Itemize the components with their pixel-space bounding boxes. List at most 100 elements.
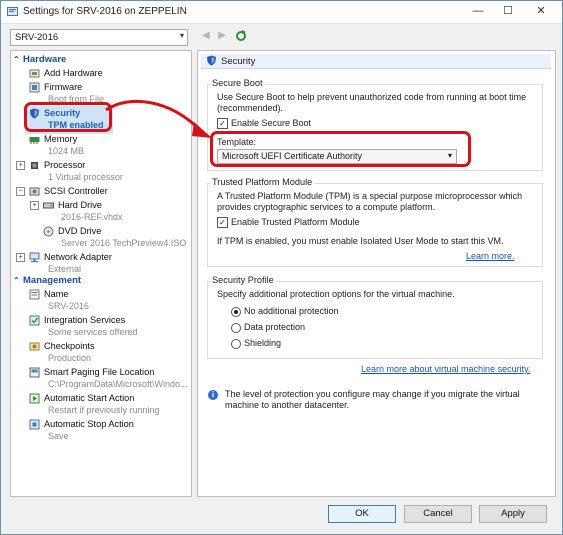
chevron-down-icon: ▾: [179, 31, 184, 40]
integration-services-icon: [29, 315, 40, 326]
hard-drive-icon: [43, 202, 54, 209]
radio-selected-dot: [234, 310, 238, 314]
radio-label: No additional protection: [244, 306, 339, 316]
radio-data-protection[interactable]: [231, 323, 241, 333]
tree-item-network-adapter[interactable]: + Network Adapter External: [11, 251, 189, 275]
tree-item-scsi-controller[interactable]: − SCSI Controller: [11, 185, 189, 197]
tpm-learn-more-link[interactable]: Learn more.: [466, 251, 515, 261]
expand-icon[interactable]: +: [16, 253, 25, 262]
scsi-controller-icon: [29, 187, 40, 196]
tree-item-sub: Server 2016 TechPreview4.ISO: [61, 238, 187, 248]
minimize-icon[interactable]: —: [468, 4, 488, 18]
vm-security-learn-more-link[interactable]: Learn more about virtual machine securit…: [361, 364, 530, 374]
tpm-title: Trusted Platform Module: [210, 177, 315, 187]
tree-item-sub: Save: [48, 431, 69, 441]
tree-item-smart-paging[interactable]: Smart Paging File Location C:\ProgramDat…: [11, 366, 189, 390]
collapse-icon: ⌃: [13, 55, 20, 64]
tree-item-label: Smart Paging File Location: [44, 367, 155, 377]
enable-tpm-checkbox[interactable]: ✓: [217, 217, 228, 228]
tpm-description: A Trusted Platform Module (TPM) is a spe…: [217, 191, 523, 212]
collapse-tree-icon[interactable]: −: [16, 187, 25, 196]
vm-selector-value: SRV-2016: [15, 32, 59, 43]
refresh-icon[interactable]: [235, 30, 247, 42]
tree-item-sub: 2016-REF.vhdx: [61, 212, 123, 222]
tree-item-sub: SRV-2016: [48, 301, 89, 311]
tree-item-name[interactable]: Name SRV-2016: [11, 288, 189, 312]
info-message: The level of protection you configure ma…: [225, 389, 520, 410]
template-callout: [210, 131, 471, 167]
settings-app-icon: [7, 7, 18, 16]
security-profile-title: Security Profile: [210, 275, 276, 285]
smart-paging-icon: [29, 367, 40, 378]
tree-item-label: Memory: [44, 134, 78, 144]
processor-icon: [31, 162, 38, 169]
tree-item-processor[interactable]: + Processor 1 Virtual processor: [11, 159, 189, 183]
tree-item-sub: Restart if previously running: [48, 405, 160, 415]
firmware-icon: [29, 82, 40, 93]
close-icon[interactable]: ✕: [531, 4, 551, 18]
tree-item-label: Checkpoints: [44, 341, 95, 351]
info-icon: i: [208, 390, 218, 400]
enable-tpm-label: Enable Trusted Platform Module: [231, 217, 360, 227]
panel-header: Security: [201, 54, 551, 69]
tree-item-label: Firmware: [44, 82, 83, 92]
radio-no-additional-protection[interactable]: [231, 307, 241, 317]
checkpoints-icon: [29, 342, 40, 351]
shield-icon: [207, 55, 216, 66]
tree-item-label: SCSI Controller: [44, 186, 108, 196]
cancel-button[interactable]: Cancel: [404, 505, 472, 523]
back-arrow-icon[interactable]: ◀: [200, 30, 212, 42]
tree-item-sub: C:\ProgramData\Microsoft\Windo...: [48, 379, 188, 389]
network-adapter-icon: [29, 252, 40, 263]
vm-selector[interactable]: SRV-2016 ▾: [10, 29, 188, 46]
callout-arrow-icon: [105, 99, 212, 138]
window-title: Settings for SRV-2016 on ZEPPELIN: [23, 6, 187, 17]
name-icon: [29, 289, 40, 300]
tree-item-automatic-stop[interactable]: Automatic Stop Action Save: [11, 418, 189, 442]
tree-item-integration-services[interactable]: Integration Services Some services offer…: [11, 314, 189, 338]
settings-window: Settings for SRV-2016 on ZEPPELIN — ☐ ✕ …: [0, 0, 563, 535]
tree-item-checkpoints[interactable]: Checkpoints Production: [11, 340, 189, 364]
tree-item-add-hardware[interactable]: Add Hardware: [11, 67, 189, 79]
enable-secure-boot-label: Enable Secure Boot: [231, 118, 312, 128]
tree-item-label: Network Adapter: [44, 252, 112, 262]
tree-item-label: Integration Services: [44, 315, 126, 325]
security-profile-description: Specify additional protection options fo…: [217, 289, 455, 299]
apply-button[interactable]: Apply: [479, 505, 547, 523]
add-hardware-icon: [29, 69, 40, 78]
forward-arrow-icon[interactable]: ▶: [216, 30, 228, 42]
title-bar: Settings for SRV-2016 on ZEPPELIN — ☐ ✕: [1, 1, 562, 24]
tree-item-automatic-start[interactable]: Automatic Start Action Restart if previo…: [11, 392, 189, 416]
expand-icon[interactable]: +: [16, 161, 25, 170]
memory-icon: [29, 137, 40, 144]
vm-toolbar: SRV-2016 ▾ ◀ ▶: [1, 25, 562, 47]
secure-boot-description: Use Secure Boot to help prevent unauthor…: [217, 92, 527, 113]
tree-item-sub: Some services offered: [48, 327, 138, 337]
automatic-stop-icon: [29, 419, 40, 430]
management-section-header[interactable]: ⌃ Management: [13, 275, 81, 287]
expand-icon[interactable]: +: [30, 201, 39, 210]
tree-item-hard-drive[interactable]: + Hard Drive 2016-REF.vhdx: [11, 199, 189, 223]
secure-boot-title: Secure Boot: [210, 78, 265, 88]
tree-item-dvd-drive[interactable]: DVD Drive Server 2016 TechPreview4.ISO: [11, 225, 189, 249]
security-item-callout: [24, 102, 112, 132]
dvd-drive-icon: [43, 226, 54, 237]
radio-label: Shielding: [244, 338, 282, 348]
ok-button[interactable]: OK: [328, 505, 396, 523]
tree-item-label: Add Hardware: [44, 68, 103, 78]
tree-item-label: Name: [44, 289, 69, 299]
tree-item-sub: 1 Virtual processor: [48, 172, 123, 182]
collapse-icon: ⌃: [13, 276, 20, 285]
automatic-start-icon: [29, 393, 40, 404]
radio-label: Data protection: [244, 322, 306, 332]
management-header-label: Management: [23, 275, 82, 286]
maximize-icon[interactable]: ☐: [498, 4, 518, 18]
tree-item-label: Automatic Start Action: [44, 393, 135, 403]
tree-item-label: DVD Drive: [58, 226, 102, 236]
hardware-header-label: Hardware: [23, 54, 67, 65]
tpm-note: If TPM is enabled, you must enable Isola…: [217, 236, 504, 246]
radio-shielding[interactable]: [231, 339, 241, 349]
hardware-section-header[interactable]: ⌃ Hardware: [13, 54, 66, 66]
security-panel: Security Secure Boot Use Secure Boot to …: [197, 50, 556, 497]
tree-item-sub: External: [48, 264, 82, 274]
